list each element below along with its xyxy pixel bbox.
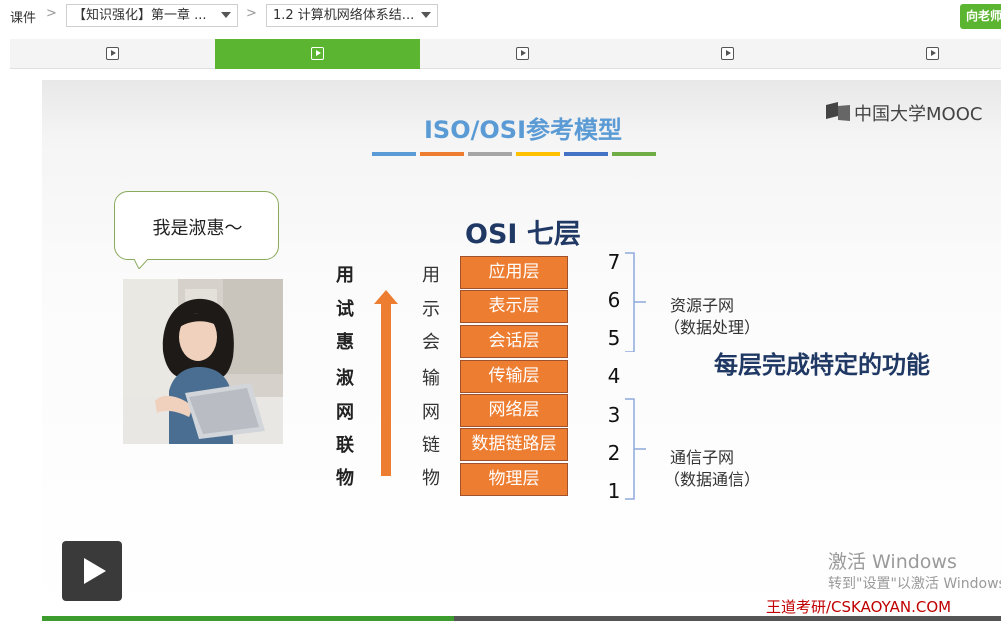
speech-text: 我是淑惠～: [152, 218, 243, 239]
layer-number: 2: [607, 441, 621, 465]
layer-number: 1: [607, 479, 621, 503]
layer-box-application: 应用层: [460, 256, 568, 289]
layer-box-transport: 传输层: [460, 360, 568, 393]
speech-bubble-tail: [134, 259, 148, 269]
video-player[interactable]: ISO/OSI参考模型 中国大学MOOC 我是淑惠～ OSI 七层 用 试 惠 …: [42, 80, 1001, 621]
layer-abbreviation: 物: [422, 468, 440, 489]
layer-box-physical: 物理层: [460, 463, 568, 496]
layer-number: 6: [607, 288, 621, 312]
layer-abbreviation: 链: [422, 435, 440, 456]
layer-box-presentation: 表示层: [460, 290, 568, 323]
mooc-logo-text: 中国大学MOOC: [854, 104, 983, 125]
layer-abbreviation: 输: [422, 368, 440, 389]
title-bar-5: [564, 152, 608, 156]
breadcrumb-root[interactable]: 课件: [10, 7, 36, 26]
slide-title: ISO/OSI参考模型: [424, 116, 622, 144]
layer-box-network: 网络层: [460, 394, 568, 427]
caret-down-icon: [421, 12, 431, 18]
progress-bar[interactable]: [42, 616, 1001, 621]
title-bar-3: [468, 152, 512, 156]
chevron-right-icon: >: [46, 6, 57, 21]
layer-number: 5: [607, 326, 621, 350]
mnemonic-char: 网: [336, 402, 354, 423]
brace-lower: [625, 398, 646, 500]
windows-activation-title: 激活 Windows: [828, 551, 957, 573]
comm-subnet-subtitle: （数据通信）: [664, 470, 761, 489]
layer-abbreviation: 用: [422, 265, 440, 286]
mooc-logo-icon: [826, 102, 850, 121]
mnemonic-char: 惠: [336, 332, 354, 353]
slide-headline: 每层完成特定的功能: [714, 351, 930, 379]
title-bar-2: [420, 152, 464, 156]
chevron-right-icon: >: [246, 6, 257, 21]
speech-bubble: 我是淑惠～: [114, 191, 279, 260]
top-bar: 课件 > 【知识强化】第一章 ... > 1.2 计算机网络体系结... 向老师: [0, 0, 1001, 32]
layer-abbreviation: 示: [422, 299, 440, 320]
mnemonic-char: 物: [336, 468, 354, 489]
title-bar-4: [516, 152, 560, 156]
layer-box-data-link: 数据链路层: [460, 428, 568, 461]
layer-abbreviation: 会: [422, 332, 440, 353]
video-icon: [721, 47, 734, 60]
mnemonic-char: 用: [336, 265, 354, 286]
unit-tab-bar: [10, 39, 1001, 69]
brace-upper: [625, 252, 646, 352]
video-icon: [516, 47, 529, 60]
mnemonic-char: 淑: [336, 368, 354, 389]
resource-subnet-title: 资源子网: [670, 296, 735, 315]
unit-tab-2[interactable]: [215, 39, 420, 69]
caret-down-icon: [221, 12, 231, 18]
unit-tab-4[interactable]: [625, 39, 830, 69]
title-bar-1: [372, 152, 416, 156]
osi-heading: OSI 七层: [465, 219, 581, 250]
layer-box-session: 会话层: [460, 325, 568, 358]
unit-tab-3[interactable]: [420, 39, 625, 69]
layer-number: 7: [607, 250, 621, 274]
windows-activation-hint: 转到"设置"以激活 Windows: [828, 576, 1001, 592]
mnemonic-char: 试: [336, 299, 354, 320]
comm-subnet-title: 通信子网: [670, 448, 735, 467]
progress-fill: [42, 616, 455, 621]
video-icon: [311, 47, 324, 60]
presenter-photo: [123, 279, 283, 444]
layer-number: 3: [607, 403, 621, 427]
play-button[interactable]: [62, 541, 122, 601]
up-arrow-icon: [374, 290, 398, 476]
chapter-select-value: 【知识强化】第一章 ...: [73, 8, 207, 23]
mnemonic-char: 联: [336, 435, 354, 456]
lesson-select[interactable]: 1.2 计算机网络体系结...: [266, 4, 438, 27]
ask-teacher-button[interactable]: 向老师: [960, 4, 1001, 29]
chapter-select[interactable]: 【知识强化】第一章 ...: [66, 4, 238, 27]
watermark: 王道考研/CSKAOYAN.COM: [766, 598, 952, 616]
layer-number: 4: [607, 364, 621, 388]
layer-abbreviation: 网: [422, 402, 440, 423]
video-icon: [106, 47, 119, 60]
title-bar-6: [612, 152, 656, 156]
unit-tab-5[interactable]: [830, 39, 1001, 69]
lesson-select-value: 1.2 计算机网络体系结...: [273, 8, 415, 23]
video-icon: [926, 47, 939, 60]
unit-tab-1[interactable]: [10, 39, 215, 69]
resource-subnet-subtitle: （数据处理）: [664, 318, 761, 337]
